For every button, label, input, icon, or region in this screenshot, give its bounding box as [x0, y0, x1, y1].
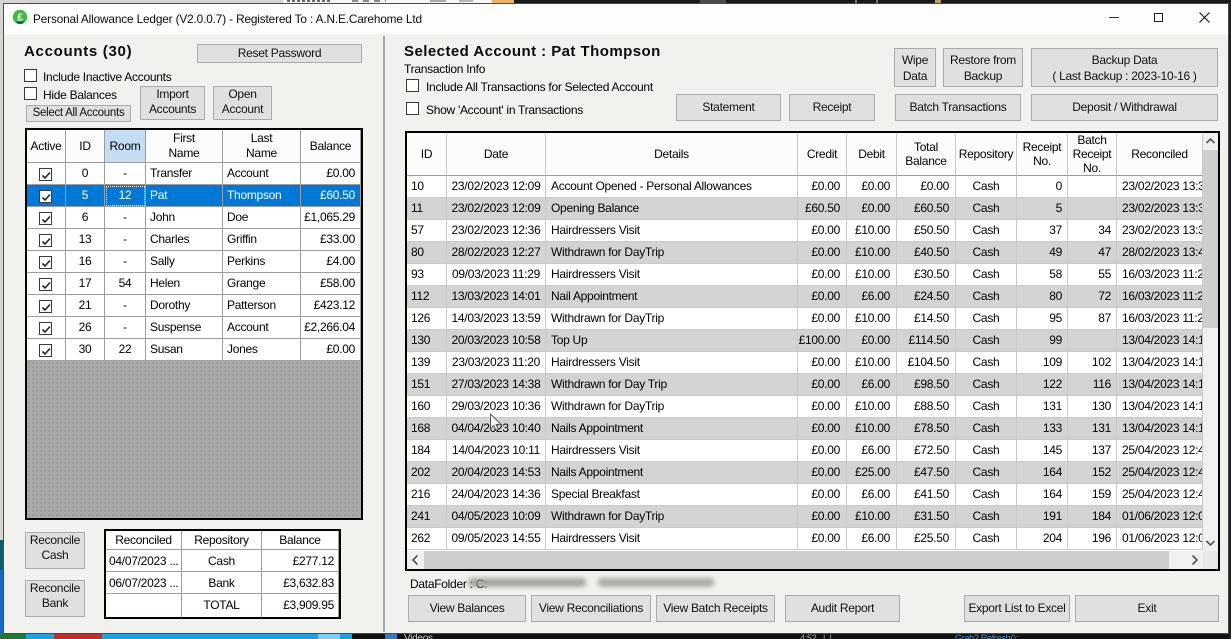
svg-text:£: £ — [17, 13, 23, 24]
